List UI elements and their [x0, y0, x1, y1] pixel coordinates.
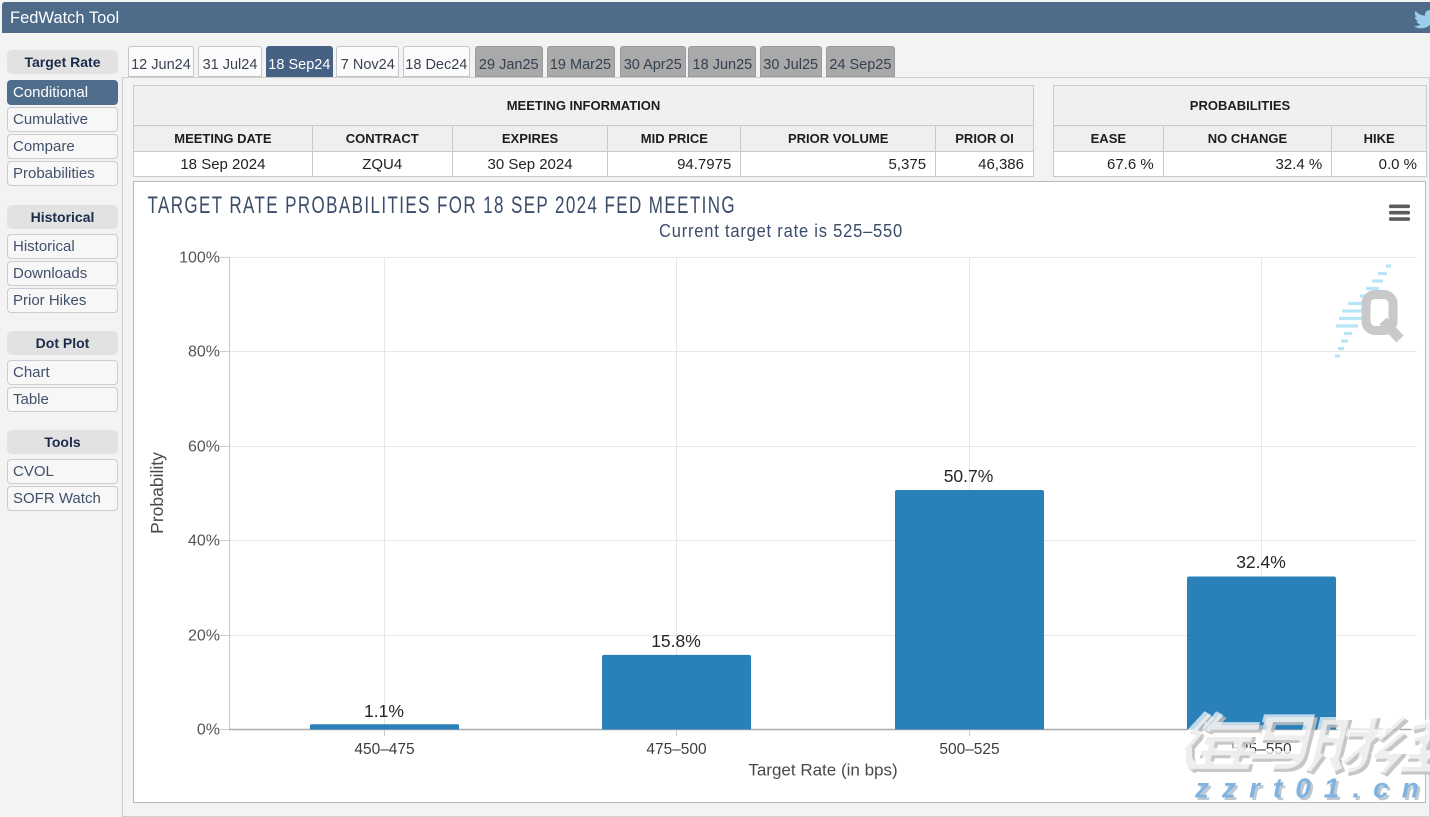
- svg-text:50.7%: 50.7%: [944, 466, 994, 486]
- svg-text:Target Rate (in bps): Target Rate (in bps): [748, 761, 897, 780]
- svg-text:Current target rate is 525–550: Current target rate is 525–550: [659, 220, 903, 241]
- svg-text:15.8%: 15.8%: [651, 631, 701, 651]
- svg-text:TARGET RATE PROBABILITIES FOR: TARGET RATE PROBABILITIES FOR 18 SEP 202…: [148, 192, 737, 218]
- svg-text:475–500: 475–500: [646, 741, 707, 758]
- svg-text:Probability: Probability: [147, 452, 167, 534]
- svg-text:20%: 20%: [188, 628, 220, 645]
- svg-text:450–475: 450–475: [354, 741, 414, 758]
- svg-text:zzrt01.cn: zzrt01.cn: [1194, 773, 1430, 804]
- svg-text:80%: 80%: [188, 344, 220, 361]
- svg-text:100%: 100%: [179, 250, 220, 267]
- svg-text:1.1%: 1.1%: [364, 701, 404, 721]
- svg-text:0%: 0%: [197, 722, 220, 739]
- svg-text:60%: 60%: [188, 439, 220, 456]
- svg-text:32.4%: 32.4%: [1236, 552, 1286, 572]
- svg-text:40%: 40%: [188, 533, 220, 550]
- svg-text:500–525: 500–525: [939, 741, 999, 758]
